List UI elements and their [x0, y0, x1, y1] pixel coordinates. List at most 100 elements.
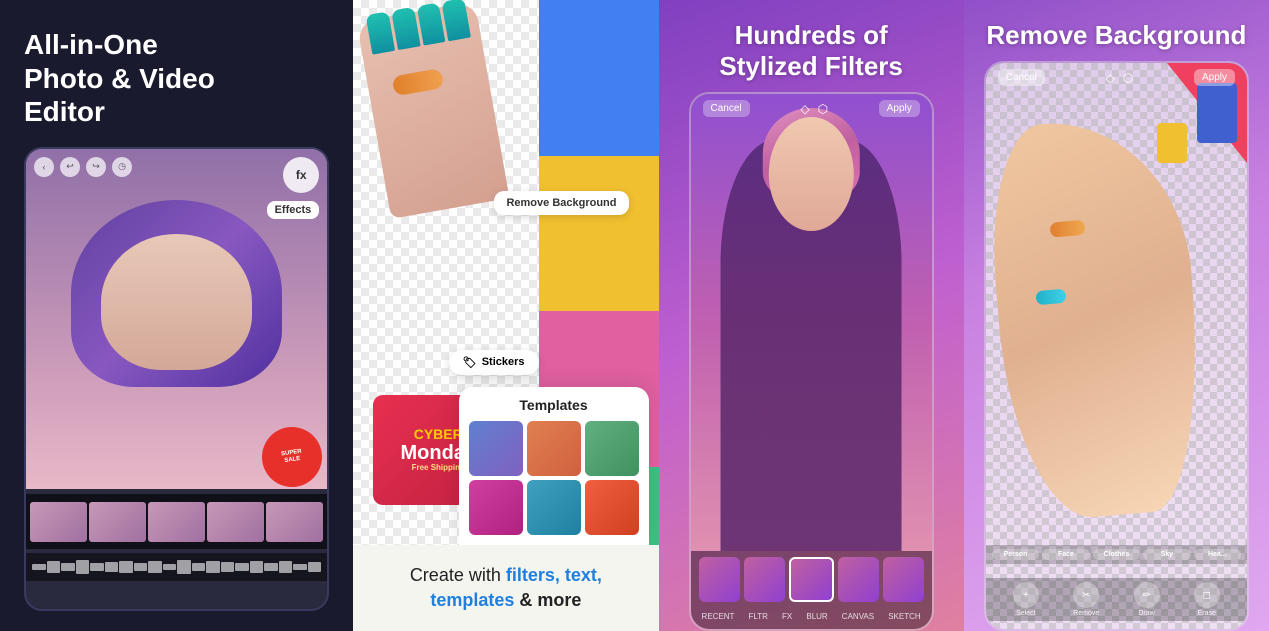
filter-thumb-3[interactable] — [789, 557, 834, 602]
cat-sky[interactable]: Sky — [1143, 549, 1190, 560]
history-icon[interactable]: ◷ — [112, 157, 132, 177]
toolbar-icons: ◇ ⬡ — [800, 102, 828, 116]
filter-label-recent[interactable]: RECENT — [702, 612, 735, 621]
dancer-head — [769, 117, 853, 231]
cancel-button-4[interactable]: Cancel — [998, 69, 1045, 86]
filter-thumb-4[interactable] — [838, 557, 879, 602]
panel4-title: Remove Background — [964, 0, 1269, 61]
templates-title: Templates — [469, 397, 639, 413]
template-5[interactable] — [527, 480, 581, 535]
template-2[interactable] — [527, 421, 581, 476]
timeline-thumb — [207, 502, 264, 542]
ring — [392, 68, 445, 96]
panel2-description: Create with filters, text, templates & m… — [373, 563, 638, 613]
filter-labels-row: RECENT FLTR FX BLUR CANVAS SKETCH — [691, 608, 932, 629]
templates-panel: Templates — [459, 387, 649, 545]
remove-tool[interactable]: ✂ Remove — [1073, 582, 1099, 617]
shield-icon: ⬡ — [818, 102, 828, 116]
timeline-thumb — [30, 502, 87, 542]
panel2-bottom: Create with filters, text, templates & m… — [353, 545, 658, 631]
filter-label-fltr[interactable]: FLTR — [749, 612, 768, 621]
remove-bg-tooltip: Remove Background — [494, 191, 628, 215]
portrait-face — [101, 234, 252, 370]
filter-thumb-5[interactable] — [883, 557, 924, 602]
template-1[interactable] — [469, 421, 523, 476]
apply-button-4[interactable]: Apply — [1194, 69, 1235, 86]
audio-bar — [26, 553, 327, 581]
back-arrow[interactable]: ‹ — [34, 157, 54, 177]
highlight-more: & more — [519, 590, 581, 610]
erase-icon: ◻ — [1194, 582, 1220, 608]
effects-label[interactable]: Effects — [267, 201, 320, 219]
draw-tool[interactable]: ✏ Draw — [1134, 582, 1160, 617]
phone-mockup-4: Cancel ◇ ⬡ Apply Person Face Clothes Sky… — [984, 61, 1249, 631]
erase-tool[interactable]: ◻ Erase — [1194, 582, 1220, 617]
highlight-filters: filters, — [506, 565, 560, 585]
phone-mockup-1: ‹ ↩ ↪ ◷ fx Effects SUPER SALE — [24, 147, 329, 611]
select-label: Select — [1016, 610, 1035, 617]
filter-label-sketch[interactable]: SKETCH — [888, 612, 920, 621]
panel3-title: Hundreds of Stylized Filters — [659, 0, 964, 92]
select-icon: + — [1013, 582, 1039, 608]
strip-blue — [539, 0, 659, 156]
timeline-thumb — [266, 502, 323, 542]
stickers-label: Stickers — [482, 356, 525, 368]
apply-button-3[interactable]: Apply — [879, 100, 920, 117]
filter-label-fx[interactable]: FX — [782, 612, 792, 621]
panel-create: Remove Background CYBER Monday Free Ship… — [353, 0, 658, 631]
diamond-icon: ◇ — [800, 102, 809, 116]
toolbar-icons-4: ◇ ⬡ — [1106, 71, 1134, 85]
phone-nav: ‹ ↩ ↪ ◷ — [34, 157, 132, 177]
redo-icon[interactable]: ↪ — [86, 157, 106, 177]
remove-label: Remove — [1073, 610, 1099, 617]
shipping-label: Free Shipping — [412, 464, 465, 473]
nail-2 — [391, 7, 420, 50]
timeline-strip[interactable] — [26, 494, 327, 549]
dancer-figure — [691, 94, 932, 551]
timeline-thumb — [89, 502, 146, 542]
filter-thumb-2[interactable] — [744, 557, 785, 602]
remove-icon: ✂ — [1073, 582, 1099, 608]
phone-toolbar-3: Cancel ◇ ⬡ Apply — [691, 100, 932, 117]
select-tool[interactable]: + Select — [1013, 582, 1039, 617]
panel-editor: All-in-One Photo & Video Editor ‹ ↩ ↪ ◷ … — [0, 0, 353, 631]
cat-clothes[interactable]: Clothes — [1093, 549, 1140, 560]
panel2-top: Remove Background CYBER Monday Free Ship… — [353, 0, 658, 545]
filter-label-canvas[interactable]: CANVAS — [842, 612, 874, 621]
ring-orange — [1049, 220, 1085, 238]
tool-icons-row: + Select ✂ Remove ✏ Draw ◻ Erase — [986, 578, 1247, 621]
timeline-thumb — [148, 502, 205, 542]
promo-line2: SALE — [284, 456, 301, 465]
filter-label-blur[interactable]: BLUR — [806, 612, 827, 621]
filter-thumb-1[interactable] — [699, 557, 740, 602]
diamond-icon-4: ◇ — [1106, 71, 1115, 85]
stickers-icon: 🏷 — [463, 356, 477, 369]
template-3[interactable] — [585, 421, 639, 476]
nail-3 — [416, 2, 445, 45]
waveform — [32, 559, 321, 575]
stickers-button[interactable]: 🏷 Stickers — [449, 350, 539, 375]
category-tabs[interactable]: Person Face Clothes Sky Hea... — [986, 545, 1247, 564]
fx-button[interactable]: fx — [283, 157, 319, 193]
cat-hea[interactable]: Hea... — [1194, 549, 1241, 560]
cancel-button-3[interactable]: Cancel — [703, 100, 750, 117]
cat-face[interactable]: Face — [1042, 549, 1089, 560]
template-4[interactable] — [469, 480, 523, 535]
cat-person[interactable]: Person — [992, 549, 1039, 560]
nail-4 — [442, 0, 471, 41]
filter-thumbnails[interactable] — [691, 551, 932, 608]
erase-label: Erase — [1198, 610, 1216, 617]
rect-blue — [1197, 83, 1237, 143]
strip-yellow — [539, 156, 659, 312]
rect-yellow — [1157, 123, 1187, 163]
cyber-label: CYBER — [414, 427, 463, 442]
nail-1 — [366, 11, 395, 54]
templates-grid — [469, 421, 639, 535]
template-6[interactable] — [585, 480, 639, 535]
panel-remove-bg: Remove Background Cancel ◇ ⬡ Apply Perso… — [964, 0, 1269, 631]
ring-blue — [1035, 289, 1066, 306]
panel1-title: All-in-One Photo & Video Editor — [24, 28, 329, 129]
phone-toolbar-4: Cancel ◇ ⬡ Apply — [986, 69, 1247, 86]
draw-icon: ✏ — [1134, 582, 1160, 608]
undo-icon[interactable]: ↩ — [60, 157, 80, 177]
